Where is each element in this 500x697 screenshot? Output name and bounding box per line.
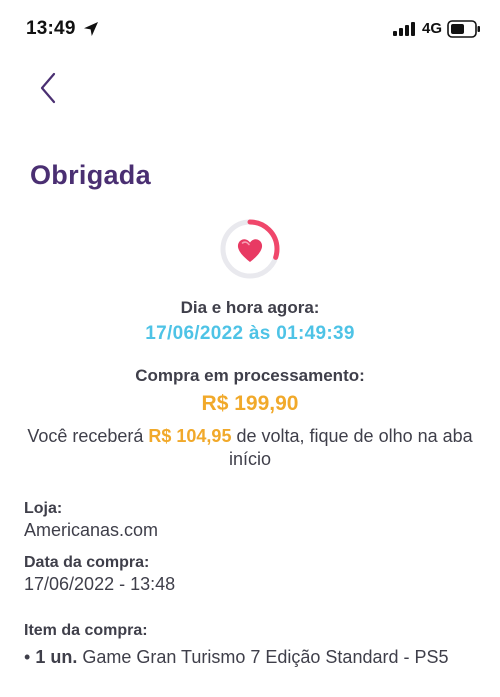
order-confirmation-screen: 13:49 4G Obrigada Dia e hora agora: 17/0… [0,0,500,697]
store-label: Loja: [24,500,63,517]
item-quantity: 1 un. [35,647,78,667]
datetime-value: 17/06/2022 às 01:49:39 [145,323,355,344]
signal-icon [393,22,415,36]
purchase-status-label: Compra em processamento: [135,366,365,385]
datetime-label: Dia e hora agora: [180,298,320,317]
network-type: 4G [422,20,443,37]
chevron-left-icon [40,72,56,104]
cashback-suffix: de volta, fique de olho na aba início [228,426,473,469]
purchase-date-value: 17/06/2022 - 13:48 [24,574,176,594]
page-title: Obrigada [30,160,151,190]
back-button[interactable] [30,66,66,110]
cashback-message: Você receberá R$ 104,95 de volta, fique … [20,425,480,471]
cashback-amount: R$ 104,95 [148,426,232,446]
store-value: Americanas.com [24,520,159,540]
purchase-price: R$ 199,90 [201,392,299,415]
list-item: • 1 un. Game Gran Turismo 7 Edição Stand… [24,646,464,669]
purchase-item-label: Item da compra: [24,622,148,639]
heart-icon [237,239,263,262]
battery-icon [447,20,480,38]
item-bullet: • [24,647,36,667]
status-bar: 13:49 4G [0,0,500,62]
cashback-prefix: Você receberá [27,426,149,446]
status-time: 13:49 [26,18,76,39]
purchase-date-label: Data da compra: [24,554,150,571]
item-name: Game Gran Turismo 7 Edição Standard - PS… [77,647,449,667]
location-arrow-icon [84,22,98,36]
heart-progress-ring [220,219,280,279]
